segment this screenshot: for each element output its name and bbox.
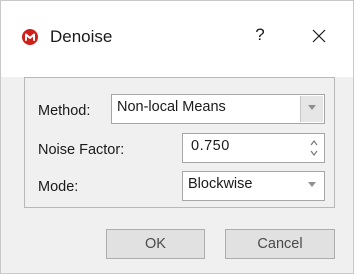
close-icon [312, 29, 326, 43]
mode-select-value: Blockwise [188, 176, 253, 192]
cancel-button[interactable]: Cancel [225, 229, 335, 259]
mode-select[interactable]: Blockwise [182, 171, 325, 201]
mode-label: Mode: [38, 179, 79, 195]
spin-down-icon[interactable] [309, 149, 319, 157]
noise-factor-value: 0.750 [191, 138, 230, 154]
chevron-down-icon [308, 182, 316, 187]
method-label: Method: [38, 103, 91, 119]
window-title: Denoise [50, 27, 113, 46]
ok-button[interactable]: OK [106, 229, 205, 259]
noise-factor-spinbox[interactable]: 0.750 [182, 133, 325, 163]
method-select-value: Non-local Means [117, 99, 226, 115]
help-button[interactable]: ? [249, 25, 271, 47]
noise-factor-label: Noise Factor: [38, 142, 125, 158]
chevron-down-icon [308, 105, 316, 110]
close-button[interactable] [306, 23, 332, 49]
title-bar: Denoise ? [1, 1, 353, 77]
denoise-dialog: Denoise ? Method: Non-local Means Noise … [0, 0, 354, 274]
mode-dropdown-arrow[interactable] [301, 173, 323, 199]
method-dropdown-arrow[interactable] [300, 96, 323, 122]
app-logo-icon [22, 29, 38, 45]
method-select[interactable]: Non-local Means [111, 94, 325, 124]
spin-up-icon[interactable] [309, 139, 319, 147]
